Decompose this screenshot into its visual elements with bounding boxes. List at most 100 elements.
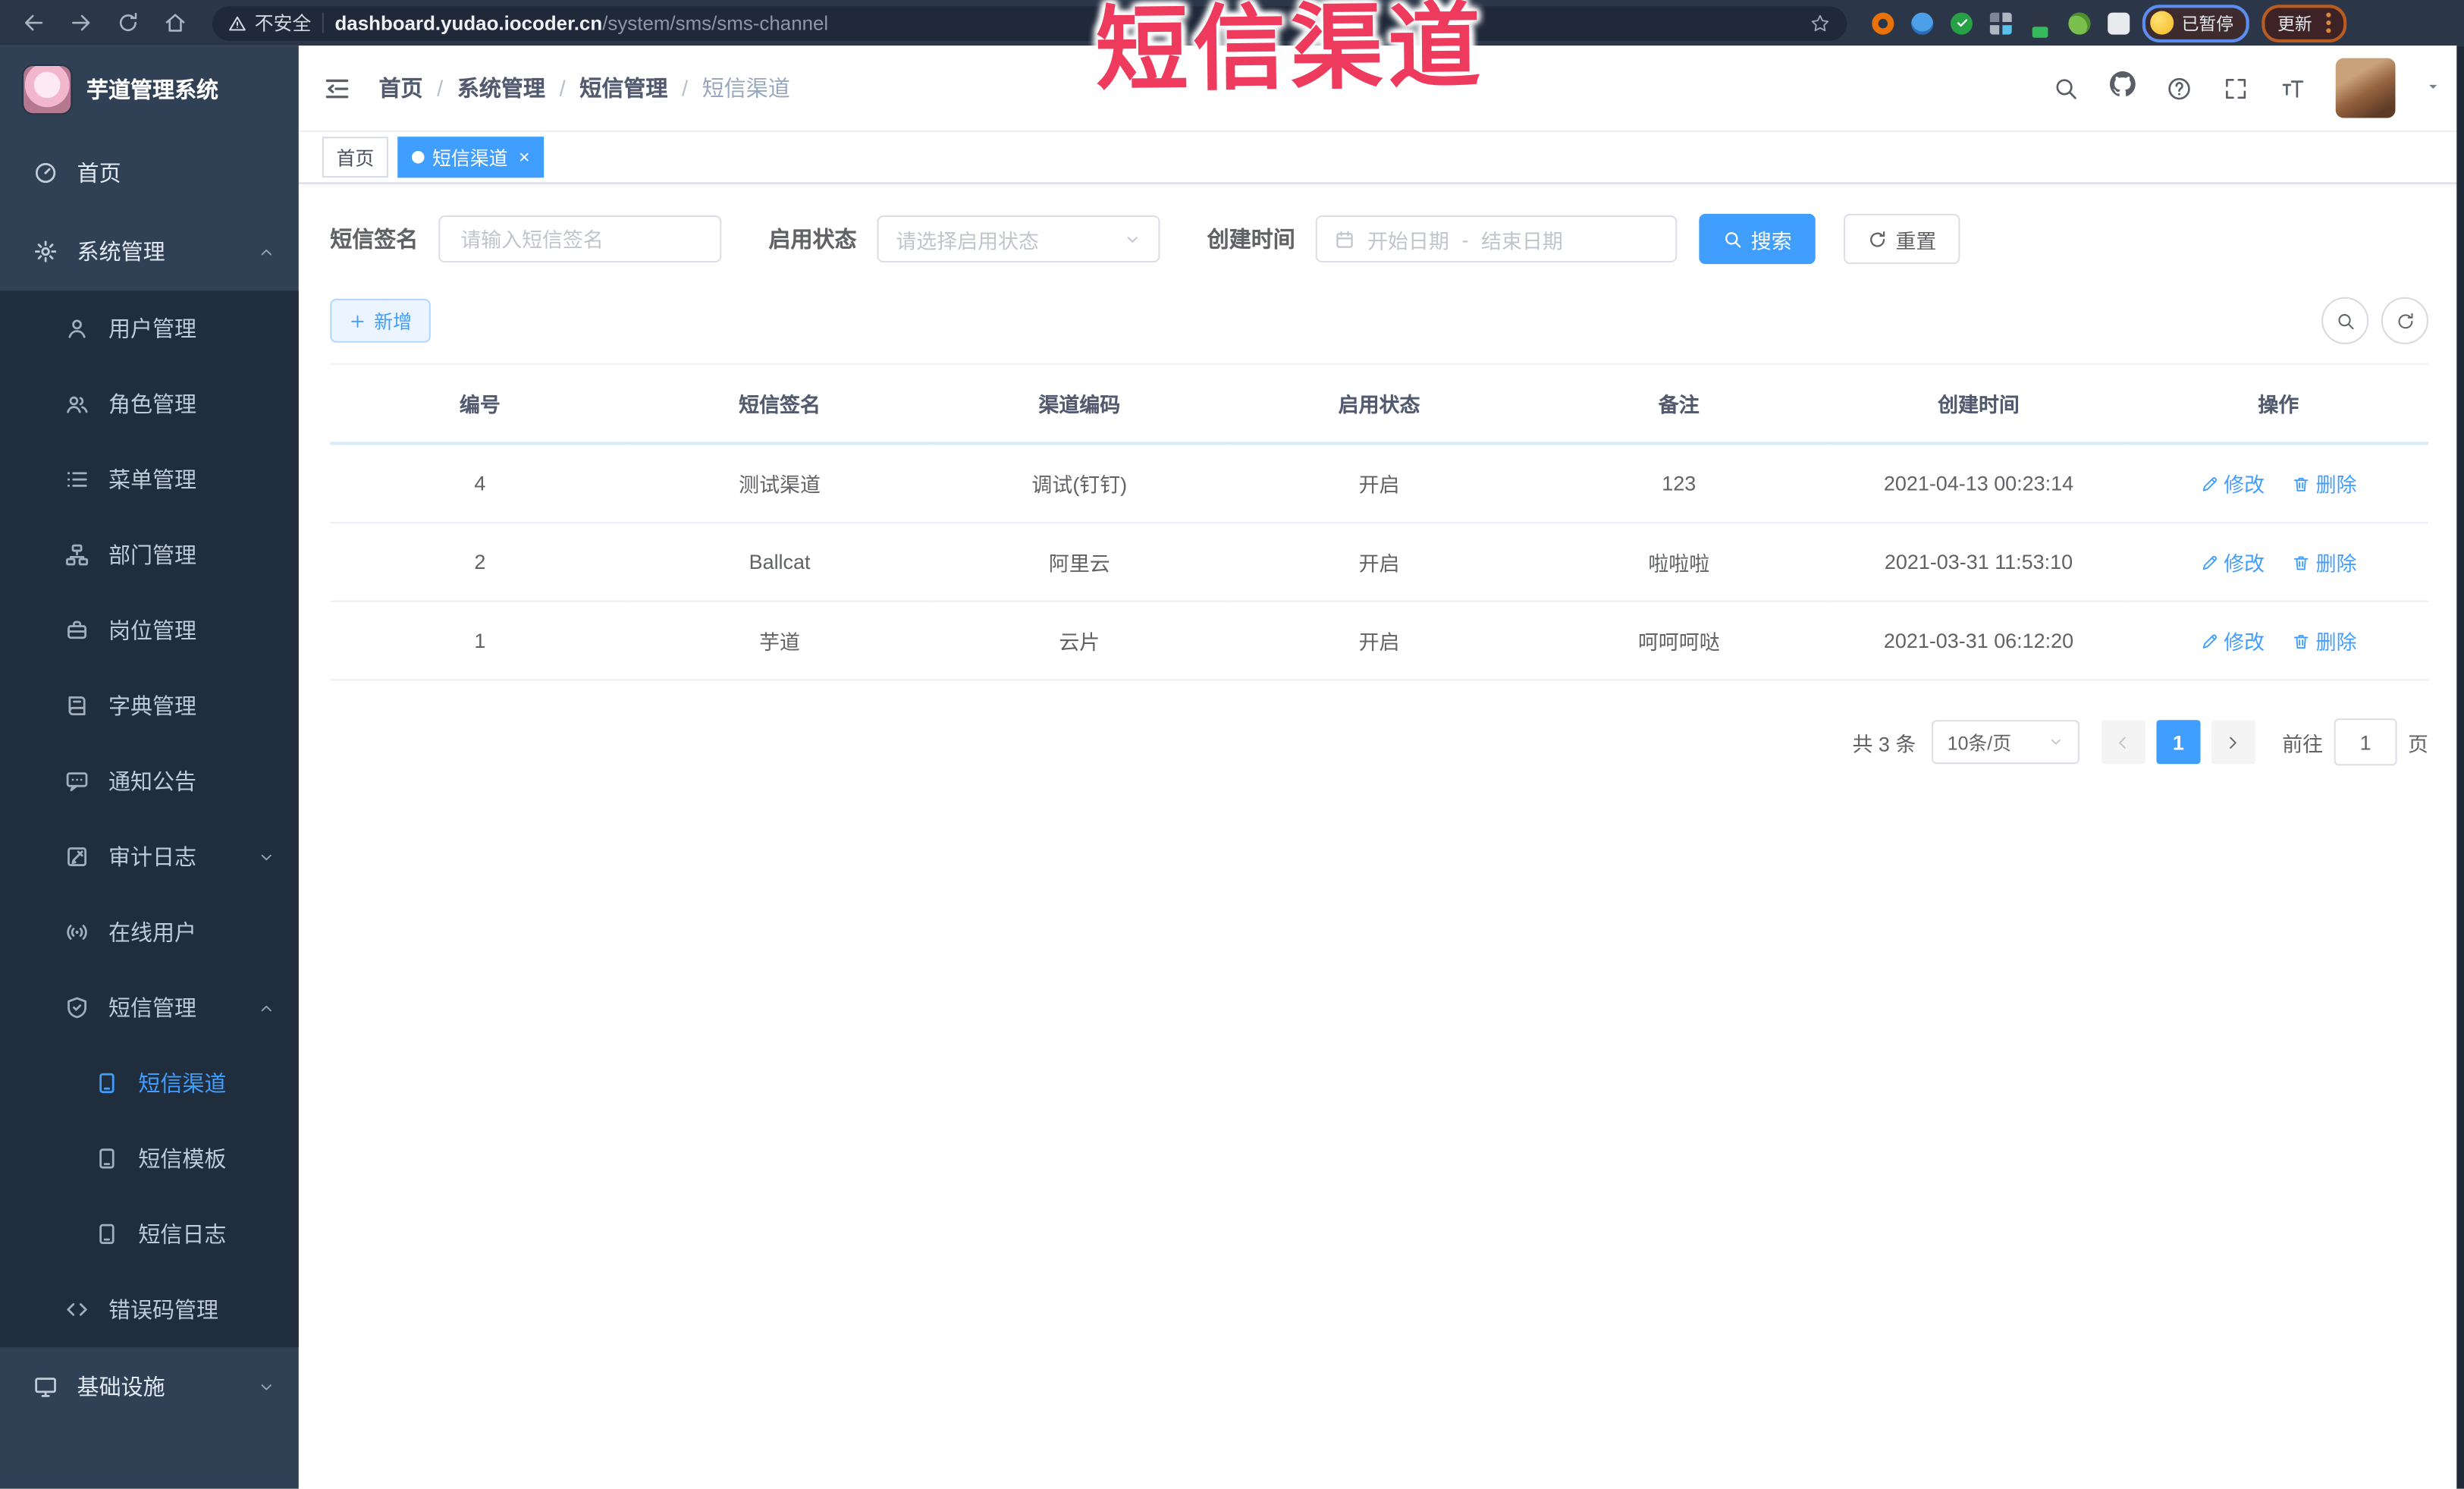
profile-paused-chip[interactable]: 已暂停 bbox=[2142, 4, 2249, 42]
browser-home-icon[interactable] bbox=[164, 11, 187, 35]
edit-pen-icon bbox=[2200, 552, 2219, 571]
extension-sprout-icon[interactable] bbox=[2068, 11, 2091, 34]
sidebar-item-label: 基础设施 bbox=[77, 1374, 165, 1399]
address-bar[interactable]: 不安全 dashboard.yudao.iocoder.cn/system/sm… bbox=[212, 5, 1847, 40]
avatar-caret-down-icon[interactable] bbox=[2425, 74, 2441, 102]
browser-reload-icon[interactable] bbox=[116, 11, 140, 35]
goto-page-input[interactable] bbox=[2334, 718, 2397, 766]
total-count: 共 3 条 bbox=[1852, 731, 1916, 755]
cell-actions: 修改 删除 bbox=[2128, 523, 2429, 602]
audit-log-icon bbox=[64, 844, 89, 869]
sidebar-item-label: 短信管理 bbox=[108, 994, 197, 1021]
header-actions bbox=[2053, 58, 2441, 118]
sidebar-item-sms-template[interactable]: 短信模板 bbox=[0, 1121, 299, 1196]
url-path: /system/sms/sms-channel bbox=[602, 11, 829, 34]
sidebar-item-label: 短信日志 bbox=[138, 1221, 227, 1247]
cell-remark: 啦啦啦 bbox=[1529, 523, 1829, 602]
cell-created: 2021-04-13 00:23:14 bbox=[1828, 443, 2129, 524]
reset-button[interactable]: 重置 bbox=[1844, 213, 1960, 265]
date-range-picker[interactable]: 开始日期 - 结束日期 bbox=[1315, 215, 1678, 263]
sidebar-item-infrastructure[interactable]: 基础设施 bbox=[0, 1347, 299, 1426]
page-size-select[interactable]: 10条/页 bbox=[1932, 720, 2079, 765]
sidebar-item-sms-channel[interactable]: 短信渠道 bbox=[0, 1045, 299, 1120]
sidebar-item-menu-management[interactable]: 菜单管理 bbox=[0, 441, 299, 517]
divider bbox=[322, 12, 324, 33]
extension-check-icon[interactable] bbox=[1950, 11, 1973, 34]
bookmark-star-icon[interactable] bbox=[1809, 12, 1831, 34]
add-button[interactable]: 新增 bbox=[330, 298, 431, 343]
search-icon[interactable] bbox=[2053, 74, 2079, 101]
sidebar-item-online-users[interactable]: 在线用户 bbox=[0, 894, 299, 969]
github-icon[interactable] bbox=[2109, 71, 2136, 105]
gear-icon bbox=[33, 239, 58, 264]
sidebar-item-sms-management[interactable]: 短信管理 bbox=[0, 970, 299, 1045]
online-signal-icon bbox=[64, 919, 89, 944]
browser-back-icon[interactable] bbox=[22, 11, 46, 35]
help-icon[interactable] bbox=[2166, 74, 2192, 101]
browser-forward-icon[interactable] bbox=[69, 11, 93, 35]
table-toolbar: 新增 bbox=[330, 297, 2429, 344]
toggle-search-button[interactable] bbox=[2321, 297, 2369, 344]
sidebar-item-error-code-management[interactable]: 错误码管理 bbox=[0, 1272, 299, 1347]
breadcrumb-sms[interactable]: 短信管理 bbox=[579, 72, 667, 103]
prev-page-button[interactable] bbox=[2101, 720, 2145, 765]
edit-link[interactable]: 修改 bbox=[2200, 626, 2265, 655]
tab-home[interactable]: 首页 bbox=[322, 137, 388, 178]
sidebar-item-notice[interactable]: 通知公告 bbox=[0, 743, 299, 818]
browser-update-button[interactable]: 更新 bbox=[2262, 4, 2347, 42]
col-sign: 短信签名 bbox=[629, 363, 930, 445]
sidebar-item-sms-log[interactable]: 短信日志 bbox=[0, 1196, 299, 1271]
user-avatar[interactable] bbox=[2335, 58, 2396, 118]
user-icon bbox=[64, 316, 89, 341]
next-page-button[interactable] bbox=[2211, 720, 2255, 765]
sidebar-item-user-management[interactable]: 用户管理 bbox=[0, 291, 299, 366]
range-separator: - bbox=[1461, 227, 1469, 251]
status-select[interactable]: 请选择启用状态 bbox=[877, 215, 1160, 263]
extension-grid-icon[interactable] bbox=[1989, 11, 2012, 34]
sidebar-item-label: 字典管理 bbox=[108, 693, 197, 719]
cell-actions: 修改 删除 bbox=[2128, 443, 2429, 524]
edit-link[interactable]: 修改 bbox=[2200, 547, 2265, 576]
extension-pin-icon[interactable] bbox=[1911, 11, 1934, 34]
phone-card-icon bbox=[94, 1221, 119, 1246]
sidebar-item-post-management[interactable]: 岗位管理 bbox=[0, 592, 299, 668]
browser-menu-kebab-icon[interactable] bbox=[2326, 12, 2331, 33]
fullscreen-icon[interactable] bbox=[2223, 74, 2249, 101]
delete-link[interactable]: 删除 bbox=[2293, 626, 2357, 655]
sidebar-item-home[interactable]: 首页 bbox=[0, 134, 299, 212]
sign-input[interactable] bbox=[457, 225, 703, 253]
hamburger-icon[interactable] bbox=[322, 73, 352, 102]
refresh-table-button[interactable] bbox=[2381, 297, 2429, 344]
monitor-icon bbox=[33, 1374, 58, 1399]
cell-id: 2 bbox=[330, 523, 630, 602]
extension-ring-icon[interactable] bbox=[1872, 11, 1894, 34]
cell-status: 开启 bbox=[1229, 443, 1530, 524]
time-label: 创建时间 bbox=[1207, 226, 1295, 252]
close-icon[interactable]: × bbox=[519, 148, 530, 167]
status-label: 启用状态 bbox=[768, 226, 857, 252]
pagination: 共 3 条 10条/页 1 前往 页 bbox=[330, 718, 2428, 766]
edit-link[interactable]: 修改 bbox=[2200, 469, 2265, 498]
sign-label: 短信签名 bbox=[330, 226, 419, 252]
breadcrumb-system[interactable]: 系统管理 bbox=[457, 72, 545, 103]
sidebar-item-dict-management[interactable]: 字典管理 bbox=[0, 668, 299, 743]
extensions-puzzle-icon[interactable] bbox=[2108, 11, 2130, 34]
breadcrumb-home[interactable]: 首页 bbox=[378, 72, 422, 103]
page-scrollbar[interactable] bbox=[2456, 46, 2464, 1489]
users-icon bbox=[64, 391, 89, 416]
sidebar-item-system-management[interactable]: 系统管理 bbox=[0, 212, 299, 291]
sidebar-item-department-management[interactable]: 部门管理 bbox=[0, 517, 299, 592]
sidebar-item-role-management[interactable]: 角色管理 bbox=[0, 366, 299, 441]
sidebar-item-audit-log[interactable]: 审计日志 bbox=[0, 819, 299, 894]
chevron-down-icon bbox=[258, 1378, 275, 1396]
delete-link[interactable]: 删除 bbox=[2293, 469, 2357, 498]
search-button[interactable]: 搜索 bbox=[1699, 213, 1816, 265]
trash-icon bbox=[2293, 552, 2312, 571]
font-size-icon[interactable] bbox=[2279, 74, 2305, 101]
delete-link[interactable]: 删除 bbox=[2293, 547, 2357, 576]
tab-sms-channel[interactable]: 短信渠道 × bbox=[397, 137, 545, 178]
current-page[interactable]: 1 bbox=[2156, 720, 2201, 765]
end-date-placeholder: 结束日期 bbox=[1481, 228, 1563, 253]
security-warning[interactable]: 不安全 bbox=[228, 9, 311, 36]
extension-on-badge-icon[interactable] bbox=[2029, 11, 2051, 37]
